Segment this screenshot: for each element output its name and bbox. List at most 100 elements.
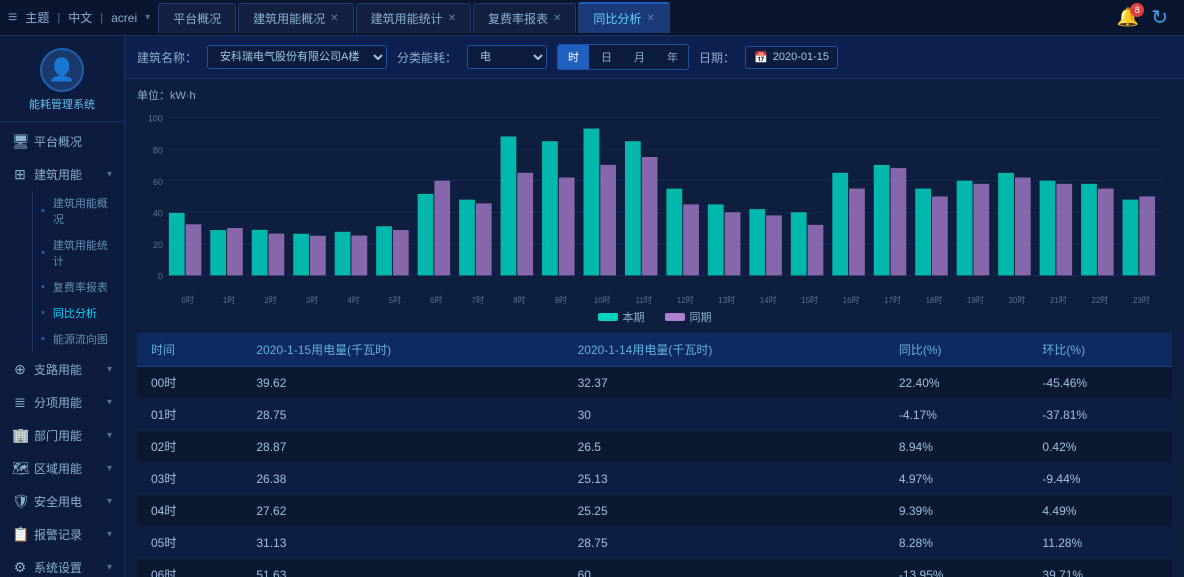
svg-text:8时: 8时 — [513, 295, 525, 305]
td-current: 31.13 — [242, 527, 563, 559]
sidebar-item-safety-power[interactable]: 🛡 安全用电 ▾ — [0, 486, 124, 517]
sidebar-item-settings[interactable]: ⚙ 系统设置 ▾ — [0, 552, 124, 577]
sidebar-icon-dept-energy: 🏢 — [12, 427, 28, 444]
svg-text:10时: 10时 — [594, 295, 611, 305]
svg-text:3时: 3时 — [306, 295, 318, 305]
sidebar-profile: 👤 能耗管理系统 — [0, 36, 124, 122]
tab-label: 复费率报表 — [488, 10, 548, 27]
notification-btn[interactable]: 🔔8 — [1117, 7, 1139, 28]
expand-arrow: ▾ — [107, 364, 112, 375]
sidebar: 👤 能耗管理系统 🖥 平台概况 ⊞ 建筑用能 ▾ 建筑用能概况建筑用能统计复费率… — [0, 36, 125, 577]
svg-text:19时: 19时 — [967, 295, 984, 305]
sidebar-sub-item-cost-rate[interactable]: 复费率报表 — [32, 274, 124, 300]
sidebar-item-report[interactable]: 📋 报警记录 ▾ — [0, 519, 124, 550]
sidebar-label-branch-energy: 支路用能 — [34, 361, 82, 378]
tab-close[interactable]: ✕ — [646, 13, 654, 24]
svg-text:60: 60 — [153, 177, 163, 187]
user-label[interactable]: acrei — [111, 11, 137, 25]
td-previous: 60 — [564, 559, 885, 577]
td-current: 28.75 — [242, 399, 563, 431]
refresh-btn[interactable]: ↻ — [1151, 5, 1168, 30]
td-mom: -9.44% — [1028, 463, 1172, 495]
sidebar-item-building-energy[interactable]: ⊞ 建筑用能 ▾ — [0, 159, 124, 190]
tab-close[interactable]: ✕ — [448, 13, 456, 24]
time-btn-年[interactable]: 年 — [657, 45, 688, 69]
svg-text:18时: 18时 — [926, 295, 943, 305]
td-yoy: 22.40% — [885, 367, 1029, 399]
separator: | — [57, 12, 60, 24]
building-label: 建筑名称： — [137, 49, 197, 66]
category-select[interactable]: 电 — [467, 45, 547, 69]
svg-text:0: 0 — [158, 271, 163, 281]
sidebar-section-platform: 🖥 平台概况 — [0, 126, 124, 157]
table-row: 00时39.6232.3722.40%-45.46% — [137, 367, 1172, 399]
svg-text:20时: 20时 — [1009, 295, 1026, 305]
sidebar-item-branch-energy[interactable]: ⊕ 支路用能 ▾ — [0, 354, 124, 385]
td-time: 04时 — [137, 495, 242, 527]
sidebar-label-safety-power: 安全用电 — [34, 493, 82, 510]
expand-arrow: ▾ — [107, 496, 112, 507]
sidebar-section-report: 📋 报警记录 ▾ — [0, 519, 124, 550]
tab-compare[interactable]: 同比分析✕ — [578, 2, 669, 33]
td-time: 06时 — [137, 559, 242, 577]
content-area: 建筑名称： 安科瑞电气股份有限公司A楼 分类能耗： 电 时日月年 日期： 📅 2… — [125, 36, 1184, 577]
sidebar-icon-settings: ⚙ — [12, 559, 28, 576]
tab-close[interactable]: ✕ — [330, 13, 338, 24]
time-btn-月[interactable]: 月 — [624, 45, 655, 69]
time-btn-时[interactable]: 时 — [558, 45, 589, 69]
tab-energy-overview[interactable]: 建筑用能概况✕ — [238, 3, 353, 33]
td-yoy: 4.97% — [885, 463, 1029, 495]
legend-previous: 同期 — [665, 309, 712, 325]
th-3: 同比(%) — [885, 333, 1029, 367]
user-arrow: ▾ — [145, 12, 150, 23]
sidebar-section-branch-energy: ⊕ 支路用能 ▾ — [0, 354, 124, 385]
lang-label[interactable]: 中文 — [68, 9, 92, 26]
sidebar-item-subsystem-energy[interactable]: ≣ 分项用能 ▾ — [0, 387, 124, 418]
svg-text:9时: 9时 — [555, 295, 567, 305]
sidebar-sub-item-building-stats[interactable]: 建筑用能统计 — [32, 232, 124, 274]
tab-label: 建筑用能统计 — [371, 10, 443, 27]
tab-platform[interactable]: 平台概况 — [158, 3, 236, 33]
sidebar-menu: 🖥 平台概况 ⊞ 建筑用能 ▾ 建筑用能概况建筑用能统计复费率报表同比分析能源流… — [0, 122, 124, 577]
table-row: 04时27.6225.259.39%4.49% — [137, 495, 1172, 527]
sidebar-icon-building-energy: ⊞ — [12, 166, 28, 183]
td-mom: -45.46% — [1028, 367, 1172, 399]
table-row: 05时31.1328.758.28%11.28% — [137, 527, 1172, 559]
svg-text:80: 80 — [153, 145, 163, 155]
td-yoy: 9.39% — [885, 495, 1029, 527]
tab-cost-rate[interactable]: 复费率报表 ✕ — [473, 3, 576, 33]
sidebar-label-platform: 平台概况 — [34, 133, 82, 150]
time-btn-日[interactable]: 日 — [591, 45, 622, 69]
sidebar-item-dept-energy[interactable]: 🏢 部门用能 ▾ — [0, 420, 124, 451]
sidebar-sub-item-energy-flow[interactable]: 能源流向图 — [32, 326, 124, 352]
chart-section: 单位：kW·h 0204060801000时1时2时3时4时5时6时7时8时9时… — [125, 79, 1184, 333]
td-time: 01时 — [137, 399, 242, 431]
date-picker[interactable]: 📅 2020-01-15 — [745, 46, 838, 69]
tab-energy-stats[interactable]: 建筑用能统计 ✕ — [356, 3, 471, 33]
td-previous: 28.75 — [564, 527, 885, 559]
sidebar-sub-item-compare-analysis[interactable]: 同比分析 — [32, 300, 124, 326]
sidebar-sub-item-building-overview[interactable]: 建筑用能概况 — [32, 190, 124, 232]
svg-text:22时: 22时 — [1091, 295, 1108, 305]
table-row: 03时26.3825.134.97%-9.44% — [137, 463, 1172, 495]
svg-text:14时: 14时 — [760, 295, 777, 305]
td-previous: 32.37 — [564, 367, 885, 399]
tab-close[interactable]: ✕ — [553, 13, 561, 24]
expand-arrow: ▾ — [107, 430, 112, 441]
theme-label[interactable]: 主题 — [25, 9, 49, 26]
legend-previous-color — [665, 313, 685, 321]
system-name: 能耗管理系统 — [29, 98, 95, 113]
table-head: 时间2020-1-15用电量(千瓦时)2020-1-14用电量(千瓦时)同比(%… — [137, 333, 1172, 367]
svg-text:1时: 1时 — [223, 295, 235, 305]
sidebar-icon-safety-power: 🛡 — [12, 493, 28, 510]
building-select[interactable]: 安科瑞电气股份有限公司A楼 — [207, 45, 387, 69]
svg-text:0时: 0时 — [181, 295, 193, 305]
sidebar-icon-area-energy: 🗺 — [12, 460, 28, 477]
sidebar-item-area-energy[interactable]: 🗺 区域用能 ▾ — [0, 453, 124, 484]
sidebar-item-platform[interactable]: 🖥 平台概况 — [0, 126, 124, 157]
legend-current-label: 本期 — [623, 309, 645, 325]
td-mom: 11.28% — [1028, 527, 1172, 559]
svg-text:21时: 21时 — [1050, 295, 1067, 305]
nav-tabs: 平台概况建筑用能概况✕建筑用能统计✕复费率报表✕同比分析✕ — [158, 2, 1117, 33]
hamburger-icon[interactable]: ≡ — [8, 9, 17, 27]
